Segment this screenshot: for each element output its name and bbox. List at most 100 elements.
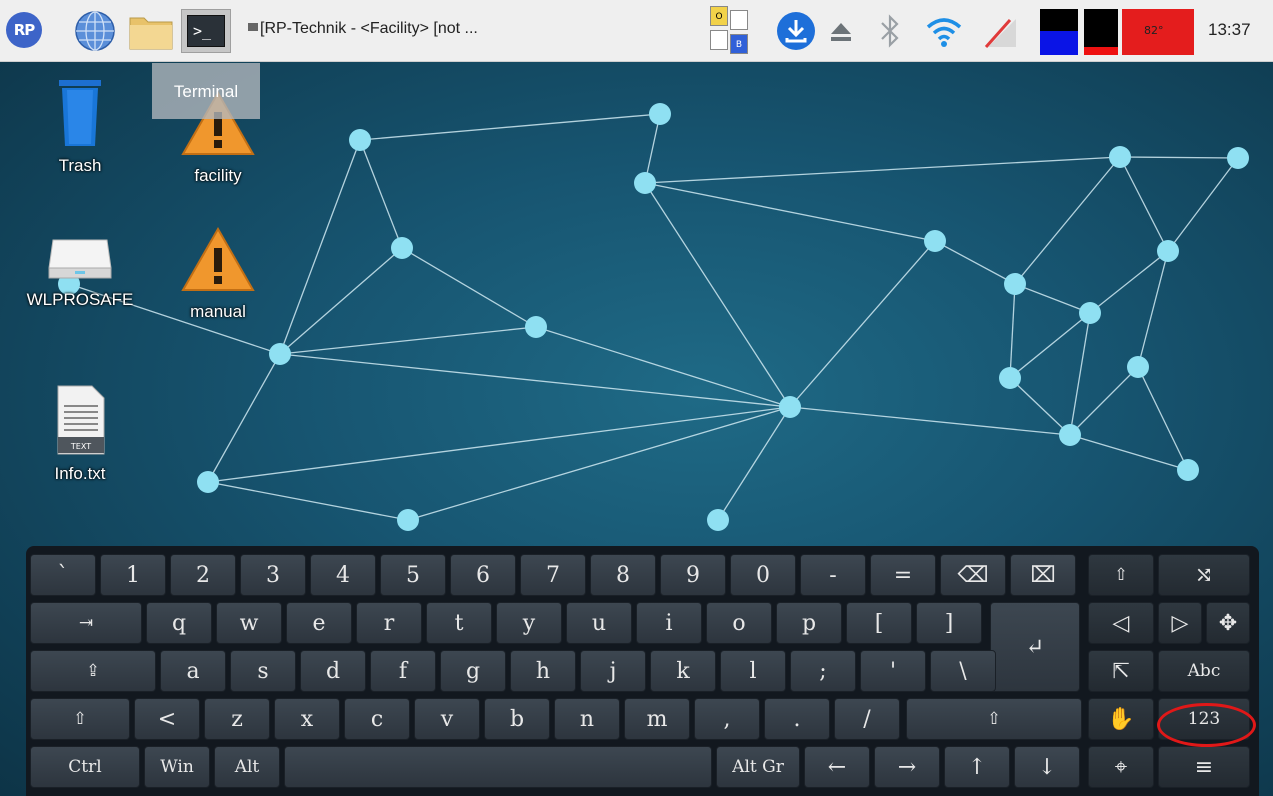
key-shift-button[interactable]: ⇧ xyxy=(30,698,130,740)
key-r-button[interactable]: r xyxy=(356,602,422,644)
key-q-button[interactable]: q xyxy=(146,602,212,644)
desktop-icon-trash[interactable]: Trash xyxy=(20,76,140,176)
key-space-button[interactable] xyxy=(284,746,712,788)
key-backspace-button[interactable]: ⌫ xyxy=(940,554,1006,596)
key-e-button[interactable]: e xyxy=(286,602,352,644)
key-alt-button[interactable]: Alt xyxy=(214,746,280,788)
key-8-button[interactable]: 8 xyxy=(590,554,656,596)
key-less-than-button[interactable]: < xyxy=(134,698,200,740)
key-caps-lock-button[interactable]: ⇪ xyxy=(30,650,156,692)
eject-icon[interactable] xyxy=(830,22,852,42)
key-equals-button[interactable]: = xyxy=(870,554,936,596)
key-y-button[interactable]: y xyxy=(496,602,562,644)
key-n-button[interactable]: n xyxy=(554,698,620,740)
key-arrow-up-button[interactable]: ↑ xyxy=(944,746,1010,788)
key-comma-button[interactable]: , xyxy=(694,698,760,740)
desktop-icon-wlprosafe[interactable]: WLPROSAFE xyxy=(20,234,140,310)
key-alt-gr-button[interactable]: Alt Gr xyxy=(716,746,800,788)
key-period-button[interactable]: . xyxy=(764,698,830,740)
key-right-bracket-button[interactable]: ] xyxy=(916,602,982,644)
key-w-button[interactable]: w xyxy=(216,602,282,644)
key-5-button[interactable]: 5 xyxy=(380,554,446,596)
key-2-button[interactable]: 2 xyxy=(170,554,236,596)
key-minus-button[interactable]: - xyxy=(800,554,866,596)
key-arrow-left-button[interactable]: ← xyxy=(804,746,870,788)
key-d-button[interactable]: d xyxy=(300,650,366,692)
key-v-button[interactable]: v xyxy=(414,698,480,740)
key-win-button[interactable]: Win xyxy=(144,746,210,788)
key-menu-button[interactable]: ≡ xyxy=(1158,746,1250,788)
desktop-icon-info-txt[interactable]: TEXT Info.txt xyxy=(20,384,140,484)
file-manager-icon[interactable] xyxy=(128,12,174,52)
key-arrow-down-button[interactable]: ↓ xyxy=(1014,746,1080,788)
network-line xyxy=(401,247,537,328)
key-p-button[interactable]: p xyxy=(776,602,842,644)
key-j-button[interactable]: j xyxy=(580,650,646,692)
key-x-button[interactable]: x xyxy=(274,698,340,740)
key-f-button[interactable]: f xyxy=(370,650,436,692)
key-backslash-button[interactable]: \ xyxy=(930,650,996,692)
key-h-button[interactable]: h xyxy=(510,650,576,692)
key-mouse-pointer-button[interactable]: ▷ xyxy=(1158,602,1202,644)
keyboard-layout-indicator[interactable]: O B xyxy=(710,6,768,56)
key-semicolon-button[interactable]: ; xyxy=(790,650,856,692)
network-node xyxy=(391,237,413,259)
key-3-button[interactable]: 3 xyxy=(240,554,306,596)
key-abc-layout-button[interactable]: Abc xyxy=(1158,650,1250,692)
volume-muted-icon[interactable] xyxy=(980,16,1020,48)
key-shift-right-button[interactable]: ⇧ xyxy=(906,698,1082,740)
rp-logo-menu-button[interactable]: RP xyxy=(6,12,42,48)
desktop-icon-manual[interactable]: manual xyxy=(158,226,278,322)
key-arrow-right-button[interactable]: → xyxy=(874,746,940,788)
key-k-button[interactable]: k xyxy=(650,650,716,692)
key-s-button[interactable]: s xyxy=(230,650,296,692)
key-9-button[interactable]: 9 xyxy=(660,554,726,596)
taskbar: RP >_ [RP-Technik - <Facility> [not ... … xyxy=(0,0,1273,62)
wifi-icon[interactable] xyxy=(926,16,962,48)
key-close-keyboard-button[interactable]: ⤭ xyxy=(1158,554,1250,596)
key-slash-button[interactable]: / xyxy=(834,698,900,740)
key-shift-button[interactable]: ⇧ xyxy=(1088,554,1154,596)
desktop-icon-label: facility xyxy=(194,166,242,185)
network-line xyxy=(279,247,403,355)
key-delete-button[interactable]: ⌧ xyxy=(1010,554,1076,596)
key-apostrophe-button[interactable]: ' xyxy=(860,650,926,692)
key-cursor-select-button[interactable]: ⇱ xyxy=(1088,650,1154,692)
key-a-button[interactable]: a xyxy=(160,650,226,692)
key-7-button[interactable]: 7 xyxy=(520,554,586,596)
key-enter-button[interactable]: ↵ xyxy=(990,602,1080,692)
key-b-button[interactable]: b xyxy=(484,698,550,740)
key-c-button[interactable]: c xyxy=(344,698,410,740)
key-6-button[interactable]: 6 xyxy=(450,554,516,596)
key-m-button[interactable]: m xyxy=(624,698,690,740)
key-tab-button[interactable]: ⇥ xyxy=(30,602,142,644)
clock[interactable]: 13:37 xyxy=(1208,20,1251,40)
key-4-button[interactable]: 4 xyxy=(310,554,376,596)
key-u-button[interactable]: u xyxy=(566,602,632,644)
key-0-button[interactable]: 0 xyxy=(730,554,796,596)
key-mouse-left-button[interactable]: ◁ xyxy=(1088,602,1154,644)
kbd-indicator-b: B xyxy=(730,34,748,54)
key-i-button[interactable]: i xyxy=(636,602,702,644)
key-z-button[interactable]: z xyxy=(204,698,270,740)
key-l-button[interactable]: l xyxy=(720,650,786,692)
key-numeric-layout-button[interactable]: 123 xyxy=(1158,698,1250,740)
key-o-button[interactable]: o xyxy=(706,602,772,644)
key-move-button[interactable]: ✥ xyxy=(1206,602,1250,644)
web-browser-icon[interactable] xyxy=(74,10,116,52)
bluetooth-icon[interactable] xyxy=(880,14,900,48)
key-1-button[interactable]: 1 xyxy=(100,554,166,596)
key-left-bracket-button[interactable]: [ xyxy=(846,602,912,644)
network-line xyxy=(644,182,791,408)
key-backtick-button[interactable]: ` xyxy=(30,554,96,596)
key-drag-hand-button[interactable]: ✋ xyxy=(1088,698,1154,740)
network-node xyxy=(634,172,656,194)
key-ctrl-button[interactable]: Ctrl xyxy=(30,746,140,788)
key-g-button[interactable]: g xyxy=(440,650,506,692)
trash-icon xyxy=(59,80,101,146)
key-t-button[interactable]: t xyxy=(426,602,492,644)
terminal-button[interactable]: >_ xyxy=(181,9,231,53)
key-pointer-options-button[interactable]: ⌖ xyxy=(1088,746,1154,788)
window-task-button[interactable]: [RP-Technik - <Facility> [not ... xyxy=(248,20,478,38)
download-updates-icon[interactable] xyxy=(777,12,815,50)
